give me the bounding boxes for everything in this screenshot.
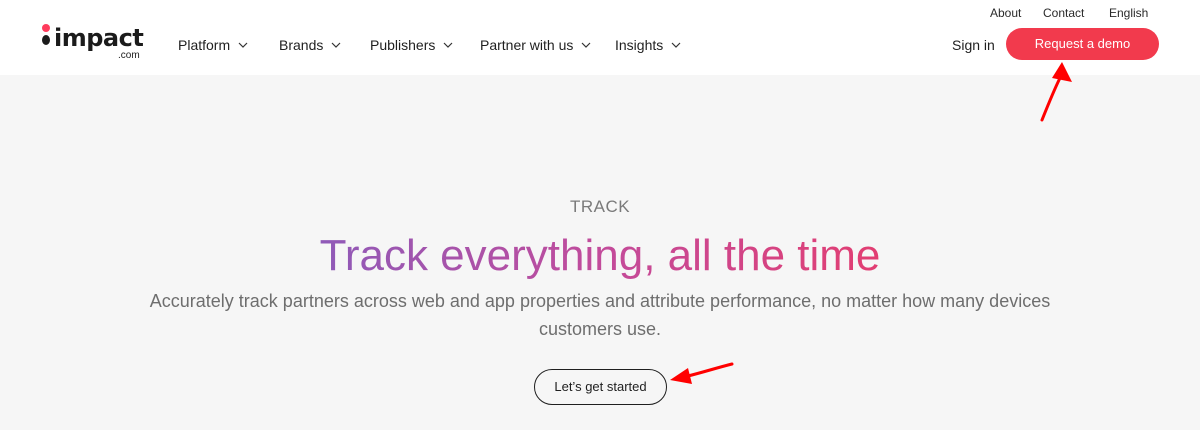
chevron-down-icon [238, 42, 248, 48]
arrow-icon [670, 362, 734, 384]
logo-red-dot [42, 24, 50, 32]
logo-suffix: .com [118, 50, 140, 61]
nav-brands[interactable]: Brands [279, 36, 341, 54]
chevron-down-icon [671, 42, 681, 48]
sign-in-link[interactable]: Sign in [952, 36, 995, 54]
hero-title-text: Track everything, all the time [319, 231, 881, 280]
logo-dark-dot [42, 35, 50, 45]
contact-link[interactable]: Contact [1043, 6, 1084, 20]
nav-platform[interactable]: Platform [178, 36, 248, 54]
impact-logo[interactable]: impact .com [40, 22, 150, 62]
chevron-down-icon [581, 42, 591, 48]
logo-wordmark: impact [54, 24, 144, 52]
nav-label: Partner with us [480, 37, 574, 53]
nav-insights[interactable]: Insights [615, 36, 681, 54]
chevron-down-icon [443, 42, 453, 48]
chevron-down-icon [331, 42, 341, 48]
language-selector[interactable]: English [1109, 6, 1148, 20]
nav-label: Brands [279, 37, 324, 53]
site-header: impact .com Platform Brands Publishers P… [0, 0, 1200, 75]
nav-label: Insights [615, 37, 664, 53]
nav-label: Publishers [370, 37, 436, 53]
hero-subtitle: Accurately track partners across web and… [149, 291, 1051, 339]
nav-partner-with-us[interactable]: Partner with us [480, 36, 591, 54]
about-link[interactable]: About [990, 6, 1021, 20]
hero-eyebrow: TRACK [569, 197, 631, 216]
nav-label: Platform [178, 37, 231, 53]
nav-publishers[interactable]: Publishers [370, 36, 453, 54]
get-started-button[interactable]: Let’s get started [534, 369, 667, 405]
hero-title: Track everything, all the time [0, 230, 1200, 282]
request-demo-button[interactable]: Request a demo [1006, 28, 1159, 60]
arrow-icon [1040, 62, 1072, 122]
